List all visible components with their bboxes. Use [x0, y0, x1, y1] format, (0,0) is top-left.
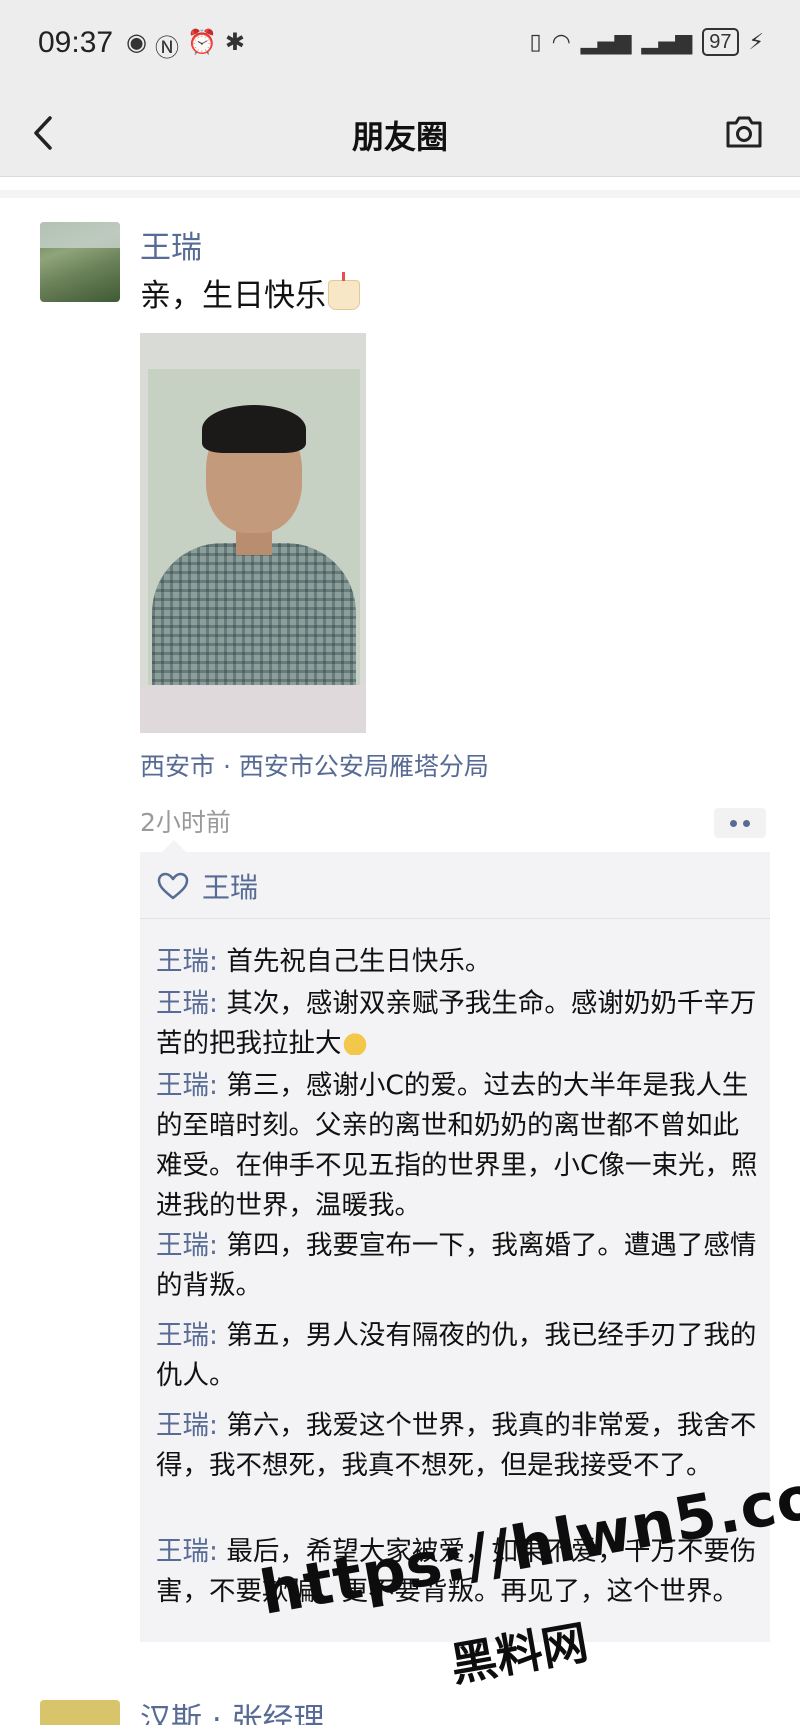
post-time: 2小时前	[140, 808, 231, 837]
pray-emoji-icon	[341, 1029, 368, 1055]
divider	[140, 918, 770, 919]
status-bar: 09:37 ◉ Ⓝ ⏰ ✱ ▯ ◠ ▂▄▆ ▂▄▆ 97 ⚡	[0, 0, 800, 90]
status-time: 09:37	[38, 26, 114, 59]
camera-icon[interactable]	[722, 110, 766, 154]
status-right-icons: ▯ ◠ ▂▄▆ ▂▄▆ 97 ⚡	[529, 28, 764, 56]
post-text: 亲，生日快乐	[140, 270, 360, 315]
page-title: 朋友圈	[351, 118, 448, 156]
avatar[interactable]	[40, 222, 120, 302]
comment-author[interactable]: 王瑞	[156, 1410, 209, 1441]
eye-icon: ◉	[126, 28, 147, 56]
comment-item[interactable]: 王瑞: 首先祝自己生日快乐。	[156, 942, 762, 982]
comment-author[interactable]: 王瑞	[156, 1070, 209, 1101]
vibrate-icon: ▯	[529, 29, 542, 55]
comment-author[interactable]: 王瑞	[156, 1230, 209, 1261]
signal-icon: ▂▄▆	[641, 29, 693, 55]
divider	[0, 190, 800, 198]
bluetooth-icon: ✱	[224, 28, 245, 56]
comment-item[interactable]: 王瑞: 其次，感谢双亲赋予我生命。感谢奶奶千辛万苦的把我拉扯大	[156, 984, 762, 1064]
liker-name[interactable]: 王瑞	[202, 866, 258, 906]
signal-icon: ▂▄▆	[580, 29, 632, 55]
comment-separator: :	[209, 988, 227, 1019]
wifi-icon: ◠	[551, 29, 571, 55]
nav-bar: 朋友圈	[0, 90, 800, 177]
comment-item[interactable]: 王瑞: 第六，我爱这个世界，我真的非常爱，我舍不得，我不想死，我真不想死，但是我…	[156, 1406, 762, 1486]
post-photo[interactable]	[140, 333, 366, 733]
comment-text: 其次，感谢双亲赋予我生命。感谢奶奶千辛万苦的把我拉扯大	[156, 988, 757, 1059]
comment-text: 第三，感谢小C的爱。过去的大半年是我人生的至暗时刻。父亲的离世和奶奶的离世都不曾…	[156, 1070, 758, 1221]
comment-text: 第六，我爱这个世界，我真的非常爱，我舍不得，我不想死，我真不想死，但是我接受不了…	[156, 1410, 757, 1481]
comment-item[interactable]: 王瑞: 第三，感谢小C的爱。过去的大半年是我人生的至暗时刻。父亲的离世和奶奶的离…	[156, 1066, 762, 1226]
comment-text: 首先祝自己生日快乐。	[226, 946, 492, 977]
likes-row: 王瑞	[156, 866, 258, 906]
comment-separator: :	[209, 946, 227, 977]
more-button[interactable]	[714, 808, 766, 838]
comment-author[interactable]: 王瑞	[156, 1536, 209, 1567]
comment-author[interactable]: 王瑞	[156, 988, 209, 1019]
post-text-content: 亲，生日快乐	[140, 278, 326, 314]
post-username[interactable]: 王瑞	[140, 222, 202, 267]
comment-item[interactable]: 王瑞: 第四，我要宣布一下，我离婚了。遭遇了感情的背叛。	[156, 1226, 762, 1306]
comment-text: 第五，男人没有隔夜的仇，我已经手刃了我的仇人。	[156, 1320, 757, 1391]
comment-author[interactable]: 王瑞	[156, 1320, 209, 1351]
status-left-icons: ◉ Ⓝ ⏰ ✱	[126, 28, 245, 63]
heart-icon	[157, 872, 189, 900]
comment-separator: :	[209, 1320, 227, 1351]
comment-separator: :	[209, 1536, 227, 1567]
comment-separator: :	[209, 1070, 227, 1101]
cake-emoji-icon	[328, 272, 360, 310]
alarm-icon: ⏰	[186, 28, 217, 56]
next-post-username[interactable]: 汉斯 · 张经理	[140, 1700, 325, 1725]
next-post-avatar[interactable]	[40, 1700, 120, 1725]
comment-item[interactable]: 王瑞: 第五，男人没有隔夜的仇，我已经手刃了我的仇人。	[156, 1316, 762, 1396]
comment-text: 第四，我要宣布一下，我离婚了。遭遇了感情的背叛。	[156, 1230, 757, 1301]
battery-icon: 97	[702, 28, 739, 56]
comment-separator: :	[209, 1410, 227, 1441]
comment-separator: :	[209, 1230, 227, 1261]
charging-icon: ⚡	[748, 29, 764, 55]
comment-author[interactable]: 王瑞	[156, 946, 209, 977]
post-location[interactable]: 西安市 · 西安市公安局雁塔分局	[140, 747, 489, 783]
nfc-icon: Ⓝ	[154, 34, 179, 62]
